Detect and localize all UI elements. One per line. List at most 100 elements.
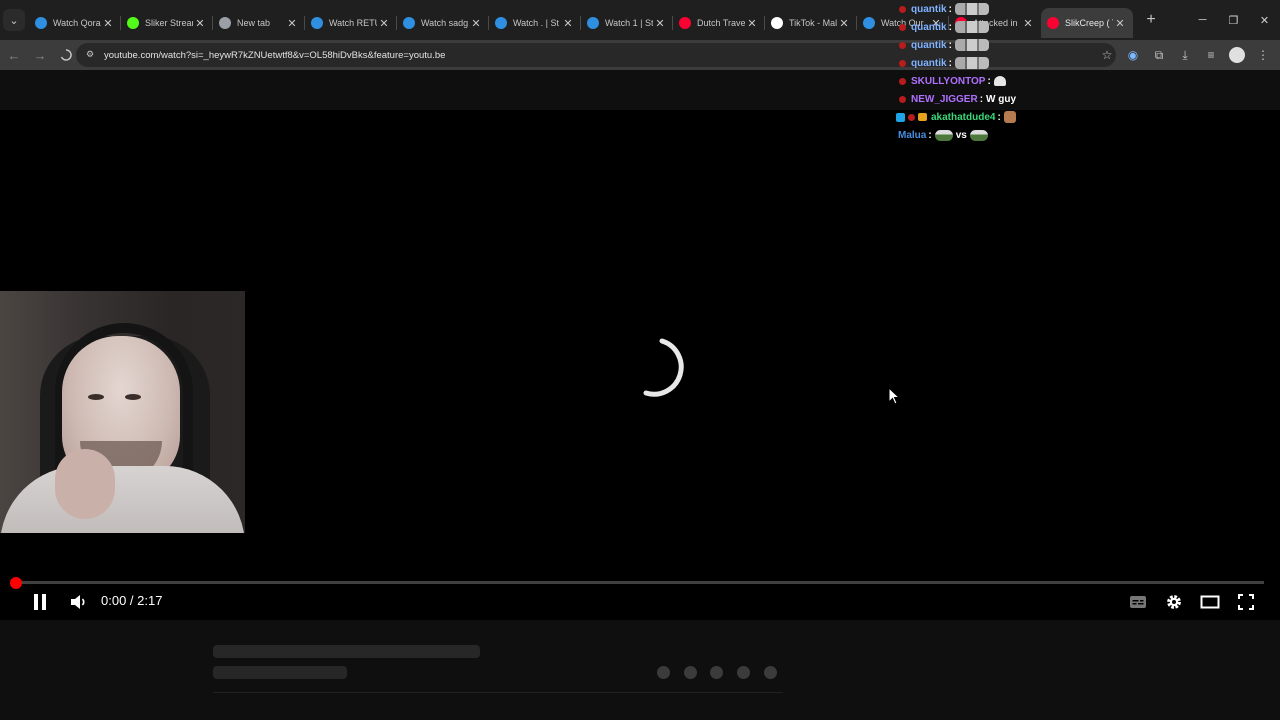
chat-username: SKULLYONTOP (911, 75, 986, 87)
progress-bar[interactable] (12, 581, 1264, 584)
subtitles-button[interactable] (1126, 590, 1150, 614)
badge-icon (899, 41, 906, 49)
tab-close-icon[interactable]: ✕ (377, 17, 391, 30)
tab-title: TikTok - Mal (789, 18, 837, 28)
subtitles-icon (1130, 596, 1146, 608)
skeleton-dot (764, 666, 777, 679)
video-info-placeholder (0, 620, 1280, 720)
kick-icon (127, 17, 139, 29)
emote-icon (954, 3, 989, 15)
bookmark-star-icon[interactable]: ☆ (1094, 43, 1120, 67)
browser-tab[interactable]: Watch 1 | St ✕ (581, 8, 673, 38)
theater-mode-button[interactable] (1198, 590, 1222, 614)
tab-title: Dutch Travel (697, 18, 745, 28)
chat-username: quantik (911, 39, 947, 51)
tab-title: Watch Qorai (53, 18, 101, 28)
stream-icon (311, 17, 323, 29)
video-player[interactable] (0, 110, 1280, 620)
tab-title: Watch RETU (329, 18, 377, 28)
badge-icon (899, 77, 906, 85)
chat-username: NEW_JIGGER (911, 93, 978, 105)
webcam-overlay (0, 291, 245, 533)
back-icon[interactable]: ← (2, 43, 26, 67)
fullscreen-button[interactable] (1234, 590, 1258, 614)
site-info-icon[interactable]: ⚙ (86, 49, 98, 61)
tab-close-icon[interactable]: ✕ (561, 17, 575, 30)
skeleton-dot (657, 666, 670, 679)
audio-playing-icon[interactable]: ◉ (1120, 43, 1146, 67)
browser-tab[interactable]: Watch sadg ✕ (397, 8, 489, 38)
profile-avatar[interactable] (1229, 47, 1245, 63)
chat-username: akathatdude4 (931, 111, 996, 123)
downloads-icon[interactable]: ⤓ (1172, 43, 1198, 67)
fullscreen-icon (1238, 594, 1254, 610)
emote-icon (1003, 111, 1016, 123)
scrubber-handle[interactable] (10, 577, 22, 589)
browser-tab[interactable]: Sliker Stream✕ (121, 8, 213, 38)
tab-close-icon[interactable]: ✕ (101, 17, 115, 30)
tab-title: Watch . | St (513, 18, 560, 28)
tab-close-icon[interactable]: ✕ (469, 17, 483, 30)
chat-message: akathatdude4 : (896, 108, 1096, 126)
browser-tab[interactable]: Dutch Travel ✕ (673, 8, 765, 38)
emote-icon (954, 39, 989, 51)
tab-close-icon[interactable]: ✕ (653, 17, 667, 30)
emote-icon (954, 57, 989, 69)
chat-message: Malua : vs (896, 126, 1096, 144)
browser-tab[interactable]: TikTok - Mal ✕ (765, 8, 857, 38)
skeleton-dot (684, 666, 697, 679)
badge-icon (899, 5, 906, 13)
volume-button[interactable] (67, 590, 91, 614)
badge-icon (908, 113, 915, 121)
stream-icon (863, 17, 875, 29)
loading-icon[interactable] (54, 43, 78, 67)
chat-text: W guy (986, 93, 1017, 105)
badge-icon (899, 59, 906, 67)
toolbar-actions: ☆ ◉ ⧉ ⤓ ≡ ⋮ (1094, 43, 1276, 67)
chat-message: quantik : (896, 18, 1096, 36)
extensions-icon[interactable]: ⧉ (1146, 43, 1172, 67)
close-window-icon[interactable]: ✕ (1249, 0, 1280, 40)
stream-icon (587, 17, 599, 29)
browser-tab[interactable]: Watch RETU ✕ (305, 8, 397, 38)
badge-icon (896, 112, 905, 122)
tab-search-chevron-icon[interactable]: ⌄ (3, 9, 25, 31)
youtube-icon (679, 17, 691, 29)
browser-tab[interactable]: Watch . | St ✕ (489, 8, 581, 38)
browser-tab[interactable]: Watch Qorai ✕ (29, 8, 121, 38)
restore-icon[interactable]: ❐ (1218, 0, 1249, 40)
time-display: 0:00 / 2:17 (101, 593, 163, 608)
forward-icon[interactable]: → (28, 43, 52, 67)
window-controls: ─ ❐ ✕ (1187, 0, 1280, 40)
tab-title: Watch 1 | St (605, 18, 653, 28)
settings-button[interactable] (1162, 590, 1186, 614)
title-skeleton (213, 645, 480, 658)
minimize-icon[interactable]: ─ (1187, 0, 1218, 40)
url-text: youtube.com/watch?si=_heywR7kZNUetwtf8&v… (104, 49, 446, 61)
emote-icon (954, 21, 989, 33)
stream-icon (495, 17, 507, 29)
tab-close-icon[interactable]: ✕ (285, 17, 299, 30)
stream-chat-overlay: quantik : quantik : quantik : quantik : SKUL… (896, 0, 1096, 144)
pause-button[interactable] (28, 590, 52, 614)
gear-icon (1167, 595, 1181, 609)
stream-icon (403, 17, 415, 29)
menu-kebab-icon[interactable]: ⋮ (1250, 43, 1276, 67)
tab-close-icon[interactable]: ✕ (745, 17, 759, 30)
tab-close-icon[interactable]: ✕ (837, 17, 851, 30)
media-controls-icon[interactable]: ≡ (1198, 43, 1224, 67)
tab-close-icon[interactable]: ✕ (193, 17, 207, 30)
chat-message: SKULLYONTOP : (896, 72, 1096, 90)
subtitle-skeleton (213, 666, 347, 679)
tab-title: Watch sadg (421, 18, 469, 28)
emote-icon (993, 76, 1006, 86)
browser-tab[interactable]: New tab ✕ (213, 8, 305, 38)
badge-icon (899, 23, 906, 31)
stream-icon (35, 17, 47, 29)
new-tab-button[interactable]: + (1139, 8, 1163, 32)
skeleton-dot (737, 666, 750, 679)
tab-close-icon[interactable]: ✕ (1113, 17, 1127, 30)
chat-message: quantik : (896, 36, 1096, 54)
chat-username: quantik (911, 3, 947, 15)
pause-icon (34, 594, 46, 610)
